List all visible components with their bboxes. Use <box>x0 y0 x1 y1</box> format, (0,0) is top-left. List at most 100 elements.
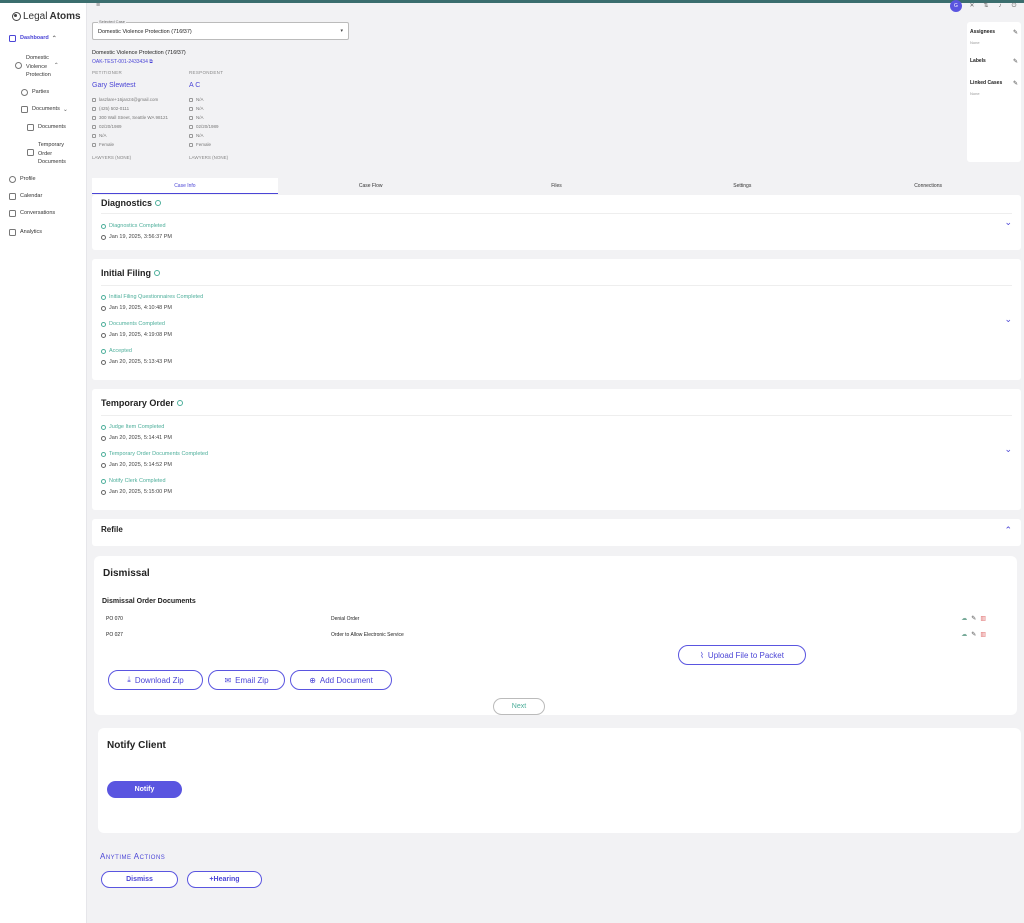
logo-text-bold: Atoms <box>49 11 81 22</box>
upload-file-button[interactable]: ⌇ Upload File to Packet <box>678 645 806 665</box>
sidebar-item-temporary-order-documents[interactable]: Temporary Order Documents <box>27 141 85 167</box>
petitioner-label: PETITIONER <box>92 70 123 75</box>
doc-code: PO 027 <box>106 632 123 638</box>
globe-icon <box>189 133 193 138</box>
respondent-other: N/A <box>189 133 284 138</box>
diagnostics-status: Diagnostics Completed <box>101 223 166 229</box>
initial-filing-title[interactable]: Initial Filing <box>101 268 160 278</box>
edit-linked-cases-icon[interactable]: ✎ <box>1013 80 1018 87</box>
bell-icon[interactable]: ♪ <box>996 2 1004 10</box>
sidebar-item-label: Calendar <box>20 193 43 199</box>
case-tabs: Case Info Case Flow Files Settings Conne… <box>92 178 1021 194</box>
sidebar-item-label: Conversations <box>20 210 56 216</box>
diagnostics-title[interactable]: Diagnostics <box>101 198 162 208</box>
chevron-up-icon[interactable]: ⌃ <box>1004 525 1012 536</box>
translate-icon[interactable]: ✕ <box>968 2 976 10</box>
phone-icon <box>189 106 193 111</box>
avatar[interactable]: G <box>950 0 962 12</box>
sidebar-item-case[interactable]: Domestic Violence Protection ⌃ <box>15 54 85 80</box>
doc-code: PO 070 <box>106 616 123 622</box>
phone-icon <box>92 106 96 111</box>
filing-status: Documents Completed <box>101 321 165 327</box>
initial-filing-card: Initial Filing Initial Filing Questionna… <box>92 259 1021 380</box>
caret-down-icon: ▾ <box>340 28 343 34</box>
respondent-name[interactable]: A C <box>189 82 284 89</box>
tab-connections[interactable]: Connections <box>835 178 1021 194</box>
tab-files[interactable]: Files <box>464 178 650 194</box>
filing-timestamp: Jan 20, 2025, 5:13:43 PM <box>101 359 172 365</box>
tab-case-flow[interactable]: Case Flow <box>278 178 464 194</box>
check-circle-icon <box>154 270 160 276</box>
petitioner-dob: 02/20/1989 <box>92 124 187 129</box>
check-circle-icon <box>101 223 106 229</box>
clock-icon <box>101 435 106 441</box>
mail-icon: ✉ <box>224 675 232 685</box>
download-icon: ⤓ <box>127 675 131 684</box>
sidebar-item-documents[interactable]: Documents ⌄ <box>21 106 85 113</box>
tab-settings[interactable]: Settings <box>649 178 835 194</box>
chat-icon <box>9 210 16 217</box>
check-circle-icon <box>101 348 106 354</box>
refile-title[interactable]: Refile <box>101 525 123 534</box>
chevron-down-icon[interactable]: ⌄ <box>1004 444 1012 455</box>
filter-icon[interactable]: ⇅ <box>982 2 990 10</box>
sidebar-item-conversations[interactable]: Conversations <box>9 210 96 217</box>
trash-icon[interactable]: ▥ <box>980 615 986 622</box>
notify-client-title: Notify Client <box>107 740 166 751</box>
top-toolbar: G ✕ ⇅ ♪ ⏻ <box>950 0 1018 12</box>
gender-icon <box>92 142 96 147</box>
clock-icon <box>101 332 106 338</box>
clock-icon <box>101 462 106 468</box>
respondent-dob: 02/20/1989 <box>189 124 284 129</box>
edit-icon[interactable]: ✎ <box>971 631 976 638</box>
sidebar-item-analytics[interactable]: Analytics <box>9 229 96 236</box>
power-icon[interactable]: ⏻ <box>1010 2 1018 10</box>
next-button[interactable]: Next <box>493 698 545 715</box>
case-select-label: Selected Case <box>98 19 127 24</box>
notify-client-card: Notify Client Notify <box>98 728 1021 833</box>
sidebar-item-profile[interactable]: Profile <box>9 176 96 183</box>
case-side-panel: Assignees ✎ None Labels ✎ Linked Cases ✎ No… <box>967 22 1021 162</box>
check-circle-icon <box>155 200 162 206</box>
edit-icon[interactable]: ✎ <box>971 615 976 622</box>
sidebar-item-label: Profile <box>20 176 36 182</box>
diagnostics-card: Diagnostics Diagnostics Completed Jan 19… <box>92 195 1021 250</box>
chevron-down-icon[interactable]: ⌄ <box>1004 314 1012 325</box>
top-stripe <box>0 0 1024 3</box>
add-hearing-button[interactable]: +Hearing <box>187 871 262 888</box>
cake-icon <box>189 124 193 129</box>
cloud-download-icon[interactable]: ☁ <box>961 631 967 638</box>
sidebar-item-dashboard[interactable]: Dashboard ⌃ <box>9 35 87 42</box>
download-zip-button[interactable]: ⤓ Download Zip <box>108 670 203 690</box>
logo[interactable]: Legal Atoms <box>12 11 81 22</box>
order-status: Notify Clerk Completed <box>101 478 166 484</box>
menu-icon[interactable]: ≡ <box>96 2 100 9</box>
sidebar-item-label: Dashboard <box>20 35 49 41</box>
temporary-order-title[interactable]: Temporary Order <box>101 398 183 408</box>
edit-labels-icon[interactable]: ✎ <box>1013 58 1018 65</box>
cloud-download-icon[interactable]: ☁ <box>961 615 967 622</box>
add-document-button[interactable]: ⊕ Add Document <box>290 670 392 690</box>
filing-timestamp: Jan 19, 2025, 4:10:48 PM <box>101 305 172 311</box>
tab-case-info[interactable]: Case Info <box>92 178 278 194</box>
petitioner-name[interactable]: Gary Slewtest <box>92 82 187 89</box>
petitioner-gender: Female <box>92 142 187 147</box>
edit-assignees-icon[interactable]: ✎ <box>1013 29 1018 36</box>
sidebar-item-parties[interactable]: Parties <box>21 89 85 96</box>
logo-text-light: Legal <box>23 11 48 22</box>
respondent-label: RESPONDENT <box>189 70 224 75</box>
chevron-down-icon[interactable]: ⌄ <box>1004 217 1012 228</box>
notify-button[interactable]: Notify <box>107 781 182 798</box>
clock-icon <box>101 234 106 240</box>
dismiss-button[interactable]: Dismiss <box>101 871 178 888</box>
trash-icon[interactable]: ▥ <box>980 631 986 638</box>
petitioner-other: N/A <box>92 133 187 138</box>
case-id-link[interactable]: OAK-TEST-001-2433434 ⧉ <box>92 59 153 65</box>
sidebar-item-label: Temporary Order Documents <box>38 142 66 165</box>
sidebar-item-calendar[interactable]: Calendar <box>9 193 96 200</box>
check-circle-icon <box>101 478 106 484</box>
clock-icon <box>101 489 106 495</box>
sidebar-item-documents-sub[interactable]: Documents <box>27 124 85 131</box>
email-zip-button[interactable]: ✉ Email Zip <box>208 670 285 690</box>
case-select[interactable]: Selected Case Domestic Violence Protecti… <box>92 19 349 40</box>
